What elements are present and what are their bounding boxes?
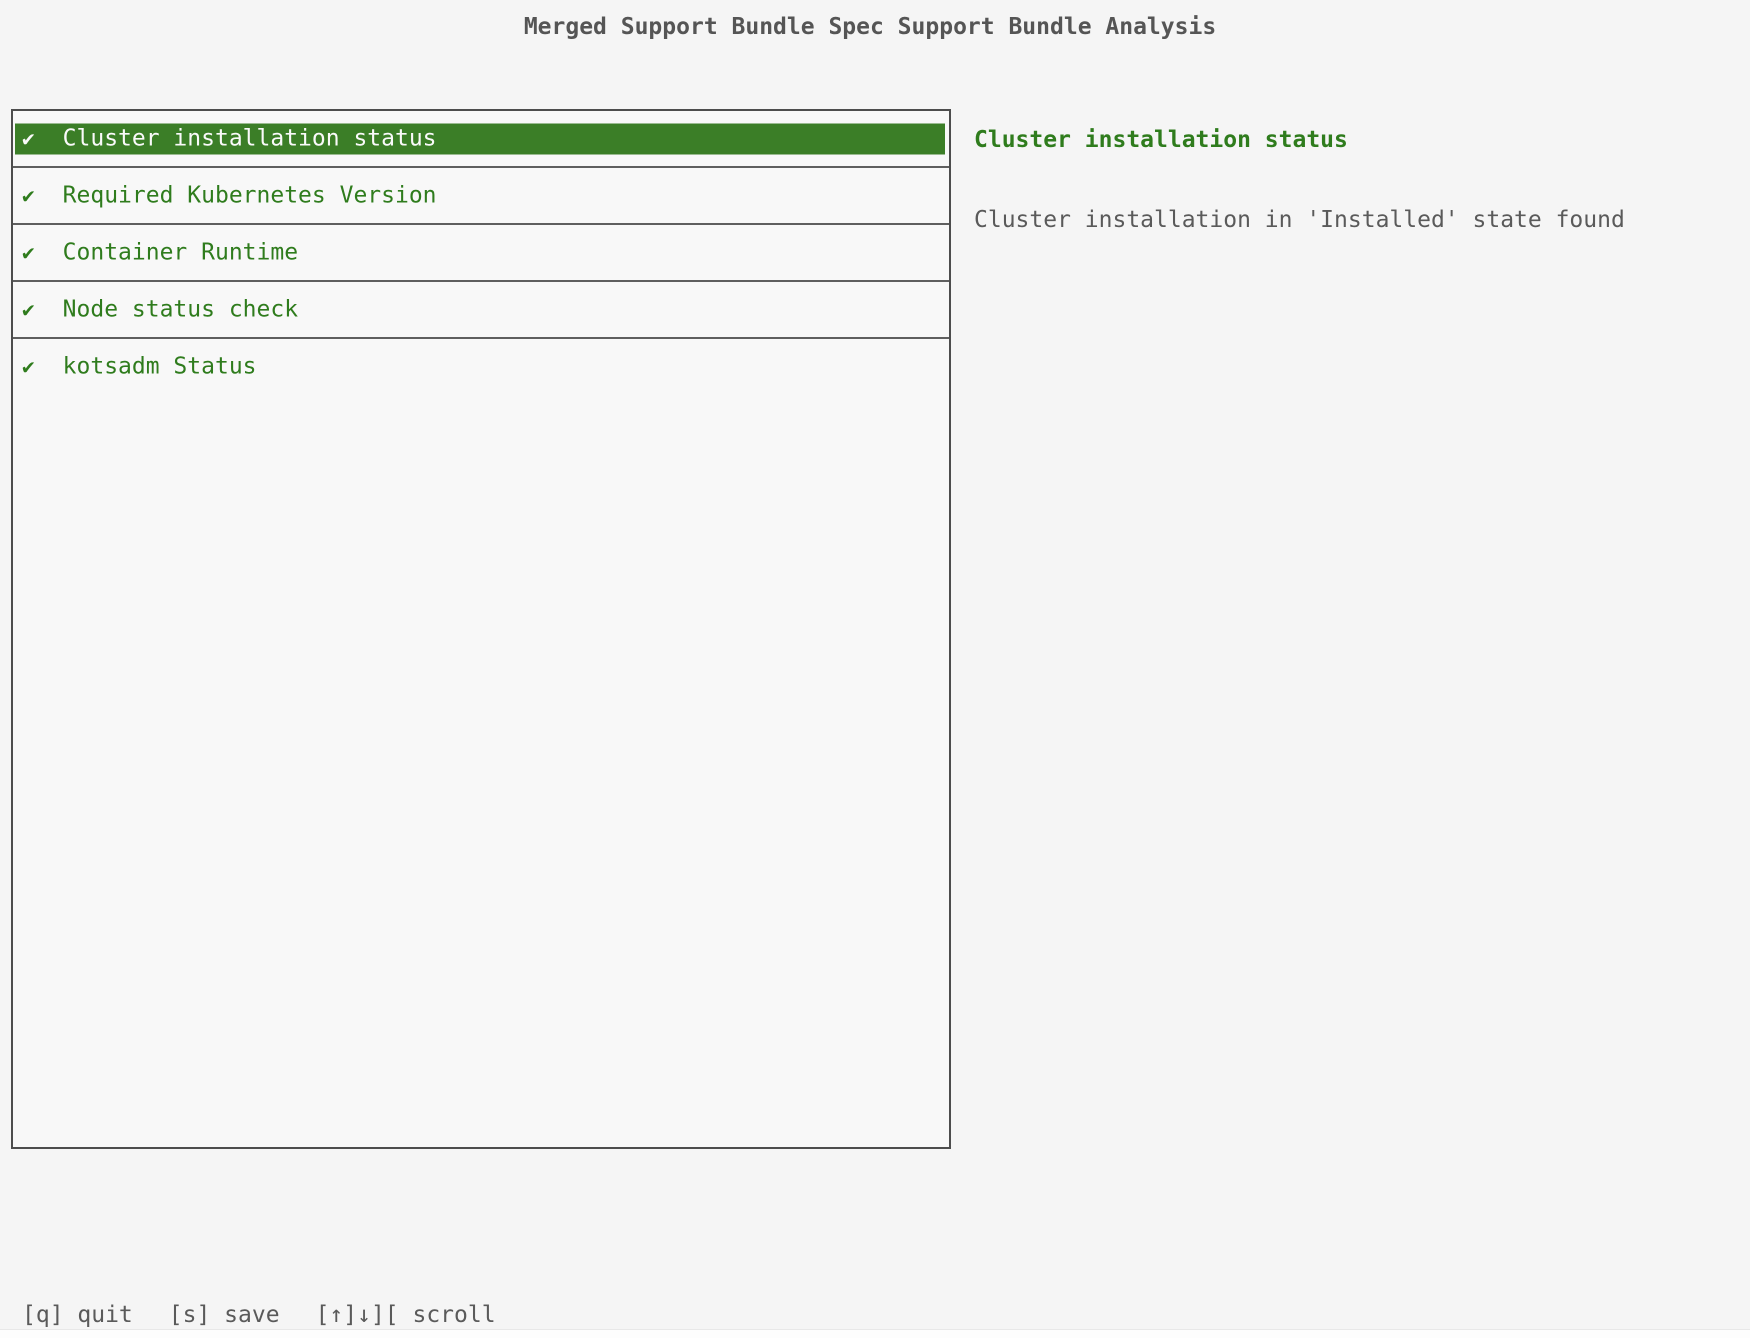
page-title: Merged Support Bundle Spec Support Bundl…	[0, 13, 1740, 41]
analyzer-row-content: ✔ Cluster installation status	[15, 123, 945, 154]
detail-heading: Cluster installation status	[974, 126, 1348, 154]
analyzer-row-content: ✔ Required Kubernetes Version	[15, 180, 945, 211]
analyzer-list-item[interactable]: ✔ Container Runtime	[13, 225, 949, 282]
scroll-key-hint: [↑]↓][ scroll	[316, 1301, 496, 1329]
check-icon: ✔	[22, 237, 35, 268]
analyzer-label: kotsadm Status	[63, 354, 257, 380]
analyzer-list-item[interactable]: ✔ kotsadm Status	[13, 339, 949, 394]
save-key-hint: [s] save	[169, 1301, 280, 1329]
analyzer-list-item[interactable]: ✔ Required Kubernetes Version	[13, 168, 949, 225]
analyzer-row-content: ✔ kotsadm Status	[15, 351, 945, 382]
keybinding-footer: [q] quit [s] save [↑]↓][ scroll	[22, 1301, 496, 1329]
analyzer-label: Container Runtime	[63, 240, 298, 266]
analyzer-row-content: ✔ Container Runtime	[15, 237, 945, 268]
analyzer-label: Node status check	[63, 297, 298, 323]
analyzer-list-item[interactable]: ✔ Cluster installation status	[13, 111, 949, 168]
quit-key-hint: [q] quit	[22, 1301, 133, 1329]
detail-result-text: Cluster installation in 'Installed' stat…	[974, 206, 1625, 234]
analyzer-list: ✔ Cluster installation status ✔ Required…	[13, 111, 949, 394]
check-icon: ✔	[22, 123, 35, 154]
check-icon: ✔	[22, 180, 35, 211]
bottom-edge-strip	[0, 1329, 1750, 1338]
check-icon: ✔	[22, 294, 35, 325]
analyzer-list-panel: ✔ Cluster installation status ✔ Required…	[11, 109, 951, 1149]
analyzer-list-item[interactable]: ✔ Node status check	[13, 282, 949, 339]
check-icon: ✔	[22, 351, 35, 382]
analyzer-row-content: ✔ Node status check	[15, 294, 945, 325]
analyzer-label: Required Kubernetes Version	[63, 183, 437, 209]
analyzer-label: Cluster installation status	[63, 126, 437, 152]
